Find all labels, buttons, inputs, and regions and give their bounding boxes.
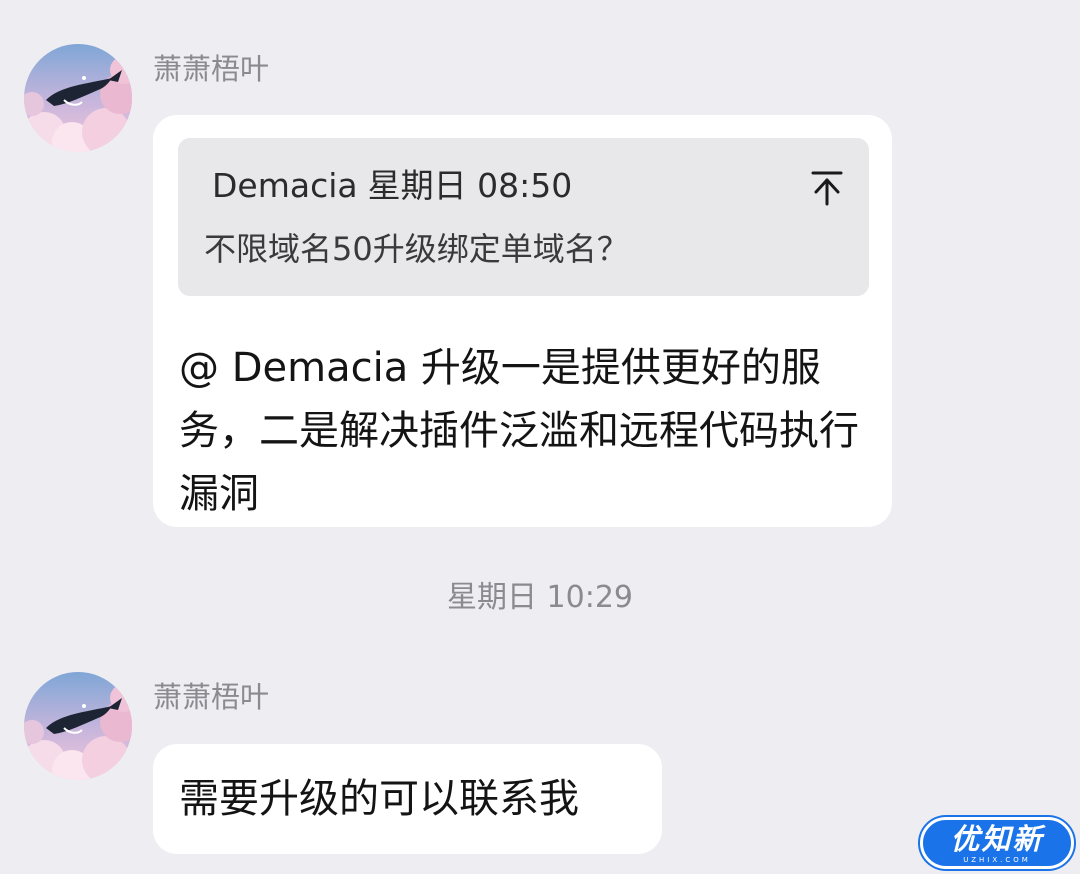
watermark-logo: 优知新 UZHIX.COM [920,817,1074,869]
whale-avatar-icon [24,44,132,152]
quote-author: Demacia [212,166,358,205]
watermark-text: 优知新 [950,822,1044,856]
message-text: @ Demacia 升级一是提供更好的服务，二是解决插件泛滥和远程代码执行漏洞 [179,345,859,517]
sender-name: 萧萧梧叶 [153,680,270,714]
message-bubble[interactable]: 需要升级的可以联系我 [153,744,662,854]
quoted-message[interactable]: Demacia 星期日 08:50 不限域名50升级绑定单域名？ [178,138,869,296]
message-text: 需要升级的可以联系我 [179,776,579,822]
sender-avatar[interactable] [24,672,132,780]
sender-avatar[interactable] [24,44,132,152]
whale-avatar-icon [24,672,132,780]
time-separator: 星期日 10:29 [447,580,633,615]
message-bubble[interactable]: Demacia 星期日 08:50 不限域名50升级绑定单域名？ @ Demaci… [153,115,892,527]
watermark-subtext: UZHIX.COM [963,856,1031,864]
quote-text: 不限域名50升级绑定单域名？ [204,230,629,268]
arrow-up-to-bar-icon[interactable] [811,170,843,206]
quote-header: Demacia 星期日 08:50 [212,166,573,205]
quote-time: 星期日 08:50 [367,166,573,205]
sender-name: 萧萧梧叶 [153,52,270,86]
